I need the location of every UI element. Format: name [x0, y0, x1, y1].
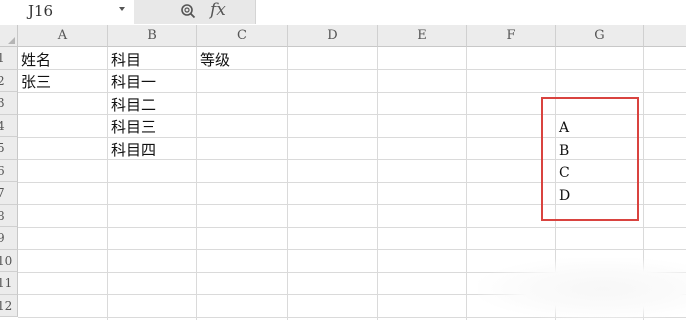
row-header-5[interactable]: 5 — [0, 137, 18, 160]
zoom-icon[interactable] — [180, 3, 196, 19]
cell-b3[interactable]: 科目二 — [111, 94, 156, 116]
row-header-11[interactable]: 11 — [0, 272, 18, 295]
formula-buttons: fx — [134, 0, 256, 24]
cell-c1[interactable]: 等级 — [200, 49, 230, 71]
column-header-b[interactable]: B — [108, 25, 197, 47]
chevron-down-icon[interactable] — [119, 7, 125, 11]
row-header-2[interactable]: 2 — [0, 69, 18, 92]
row-header-10[interactable]: 10 — [0, 249, 18, 272]
row-header-12[interactable]: 12 — [0, 294, 18, 317]
column-header-d[interactable]: D — [288, 25, 378, 47]
cell-a1[interactable]: 姓名 — [21, 49, 51, 71]
formula-input[interactable] — [256, 0, 686, 24]
name-box-value: J16 — [28, 2, 54, 20]
column-divider — [377, 47, 378, 320]
cell-a2[interactable]: 张三 — [21, 71, 51, 93]
formula-bar: J16 fx — [0, 0, 686, 26]
name-box[interactable]: J16 — [0, 0, 135, 24]
row-header-8[interactable]: 8 — [0, 204, 18, 227]
row-header-3[interactable]: 3 — [0, 92, 18, 115]
column-divider — [196, 47, 197, 320]
column-header-e[interactable]: E — [378, 25, 467, 47]
row-header-7[interactable]: 7 — [0, 182, 18, 205]
cell-b5[interactable]: 科目四 — [111, 139, 156, 161]
column-header-a[interactable]: A — [18, 25, 108, 47]
row-header-4[interactable]: 4 — [0, 114, 18, 137]
column-divider — [107, 47, 108, 320]
row-header-9[interactable]: 9 — [0, 227, 18, 250]
column-divider — [466, 47, 467, 320]
row-header-1[interactable]: 1 — [0, 47, 18, 70]
row-divider — [18, 226, 686, 228]
column-header-g[interactable]: G — [556, 25, 644, 47]
blurred-watermark — [478, 258, 686, 320]
cell-b1[interactable]: 科目 — [111, 49, 141, 71]
select-all-corner[interactable] — [0, 25, 18, 47]
cell-b4[interactable]: 科目三 — [111, 116, 156, 138]
fx-icon[interactable]: fx — [210, 0, 226, 20]
column-header-h[interactable] — [644, 25, 686, 47]
select-all-icon — [8, 37, 15, 44]
column-header-c[interactable]: C — [197, 25, 288, 47]
column-divider — [287, 47, 288, 320]
row-header-6[interactable]: 6 — [0, 159, 18, 182]
column-header-f[interactable]: F — [467, 25, 556, 47]
highlight-box — [541, 97, 639, 221]
row-divider — [18, 249, 686, 250]
cell-b2[interactable]: 科目一 — [111, 71, 156, 93]
